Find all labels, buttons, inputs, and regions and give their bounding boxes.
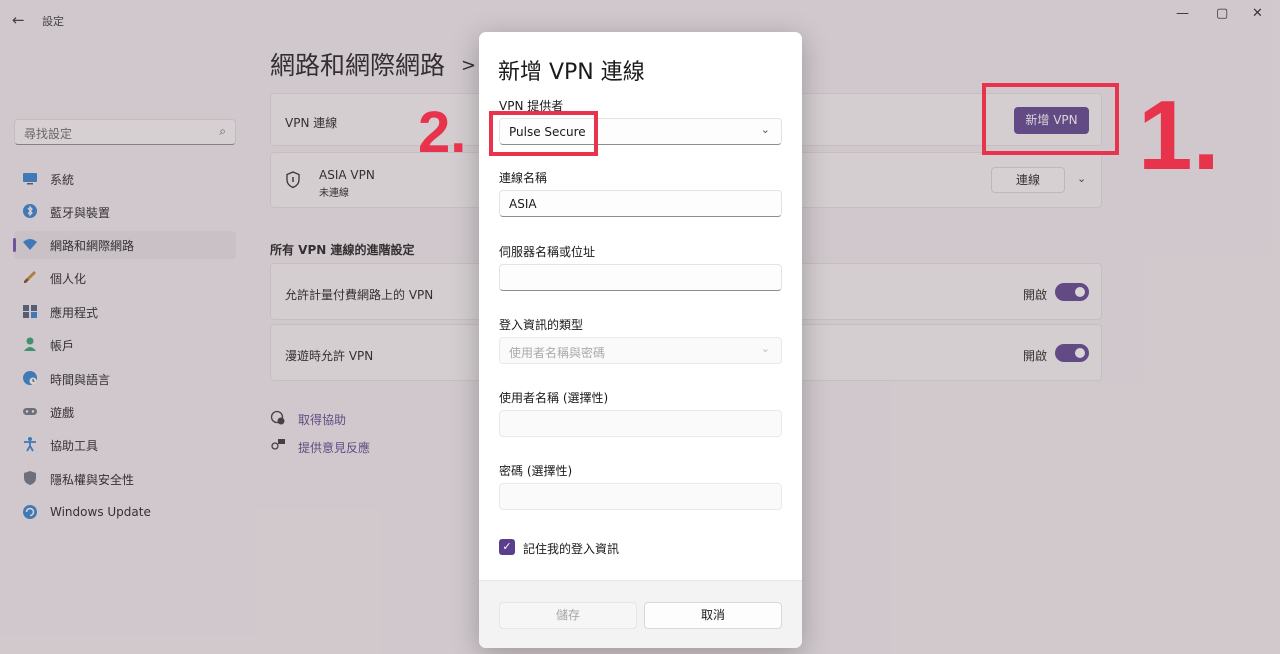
server-input[interactable] bbox=[499, 264, 782, 291]
remember-label: 記住我的登入資訊 bbox=[523, 542, 620, 556]
username-input[interactable] bbox=[499, 410, 782, 437]
dialog-footer: 儲存 取消 bbox=[479, 580, 802, 648]
chevron-down-icon: ⌄ bbox=[760, 123, 770, 136]
remember-checkbox[interactable]: ✓ bbox=[499, 539, 515, 555]
dialog-title: 新增 VPN 連線 bbox=[498, 60, 645, 85]
chevron-down-icon: ⌄ bbox=[760, 342, 770, 355]
annotation-step-2: 2. bbox=[418, 100, 467, 165]
connection-name-value: ASIA bbox=[509, 197, 537, 211]
save-button[interactable]: 儲存 bbox=[499, 602, 637, 629]
signin-type-value: 使用者名稱與密碼 bbox=[509, 346, 606, 360]
username-label: 使用者名稱 (選擇性) bbox=[499, 391, 609, 405]
connection-name-input[interactable]: ASIA bbox=[499, 190, 782, 217]
cancel-button[interactable]: 取消 bbox=[644, 602, 782, 629]
password-input[interactable] bbox=[499, 483, 782, 510]
annotation-box-1 bbox=[982, 83, 1119, 155]
signin-type-select[interactable]: 使用者名稱與密碼 ⌄ bbox=[499, 337, 782, 364]
password-label: 密碼 (選擇性) bbox=[499, 464, 573, 478]
checkmark-icon: ✓ bbox=[502, 540, 512, 553]
connection-name-label: 連線名稱 bbox=[499, 171, 548, 185]
annotation-step-1: 1. bbox=[1138, 80, 1220, 190]
annotation-box-2 bbox=[489, 111, 598, 156]
server-label: 伺服器名稱或位址 bbox=[499, 245, 596, 259]
signin-type-label: 登入資訊的類型 bbox=[499, 318, 584, 332]
